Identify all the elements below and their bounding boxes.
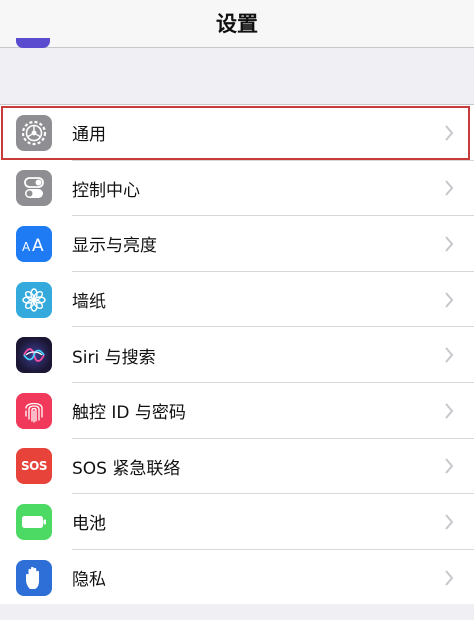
gear-icon [16,114,52,151]
navigation-bar: 设置 [0,0,474,48]
chevron-right-icon [445,403,454,419]
toggle-icon [16,170,52,207]
settings-item-touch-id[interactable]: 触控 ID 与密码 [0,383,474,439]
chevron-right-icon [445,347,454,363]
settings-item-label: Siri 与搜索 [72,347,156,368]
settings-item-label: 触控 ID 与密码 [72,403,186,424]
settings-item-label: 控制中心 [72,180,140,201]
settings-item-label: 电池 [72,514,106,535]
settings-item-emergency-sos[interactable]: SOS SOS 紧急联络 [0,439,474,495]
chevron-right-icon [445,514,454,530]
settings-item-general[interactable]: 通用 [0,105,474,161]
chevron-right-icon [445,180,454,197]
svg-text:A: A [22,240,31,254]
chevron-right-icon [445,458,454,475]
settings-item-label: 隐私 [72,570,106,591]
settings-item-label: 显示与亮度 [72,236,157,257]
display-aa-icon: A A [16,225,52,262]
chevron-right-icon [445,236,454,252]
settings-item-wallpaper[interactable]: 墙纸 [0,272,474,328]
settings-item-label: SOS 紧急联络 [72,458,181,479]
settings-list: 通用 控制中心 A A 显示与亮度 墙纸 Siri 与搜索 触控 ID 与密码 … [0,104,474,607]
svg-text:A: A [32,236,44,254]
chevron-right-icon [445,291,454,308]
settings-item-label: 墙纸 [72,292,106,313]
settings-item-siri[interactable]: Siri 与搜索 [0,327,474,383]
sos-icon: SOS [16,448,52,485]
wallpaper-flower-icon [16,281,52,318]
settings-item-label: 通用 [72,125,106,146]
settings-item-battery[interactable]: 电池 [0,494,474,550]
settings-item-display[interactable]: A A 显示与亮度 [0,216,474,272]
chevron-right-icon [445,125,454,141]
settings-item-control-center[interactable]: 控制中心 [0,161,474,217]
previous-setting-icon[interactable] [16,38,50,48]
sos-icon-text: SOS [21,459,48,474]
bottom-spacer [0,604,474,620]
settings-item-privacy[interactable]: 隐私 [0,550,474,606]
siri-icon [16,337,52,374]
hand-icon [16,559,52,596]
chevron-right-icon [445,569,454,586]
page-title: 设置 [216,12,258,36]
battery-icon [16,503,52,540]
fingerprint-icon [16,392,52,429]
